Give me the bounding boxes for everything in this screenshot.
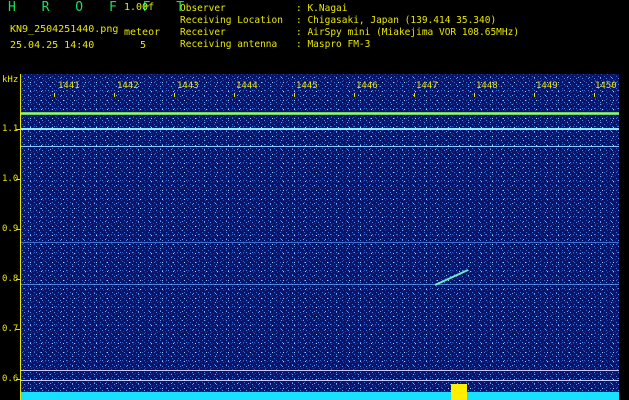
power-burst [451,384,467,400]
x-tick [114,93,115,97]
info-observer: Observer: K.Nagai [180,3,348,14]
x-tick [474,93,475,97]
carrier-line [21,128,619,130]
x-tick [174,93,175,97]
meteor-label: meteor [124,27,161,38]
y-tick [16,129,21,130]
carrier-line [21,146,619,147]
x-tick-label: 1446 [356,81,378,91]
y-tick [16,329,21,330]
version-label: 1.00f [124,2,155,13]
spectrogram [21,74,619,400]
x-tick-label: 1443 [177,81,199,91]
file-name: KN9_2504251440.png [10,24,119,35]
meteor-count: 5 [140,40,147,51]
y-axis [20,74,21,400]
header: H R O F F T 1.00f KN9_2504251440.png 25.… [0,0,629,74]
y-axis-unit: kHz [2,75,19,85]
x-tick [234,93,235,97]
x-tick [294,93,295,97]
x-tick [54,93,55,97]
y-tick [16,229,21,230]
x-tick-label: 1442 [117,81,139,91]
app-title: H R O F F T [8,0,194,15]
x-tick [354,93,355,97]
power-trace [21,392,619,400]
x-tick-label: 1447 [416,81,438,91]
x-tick-label: 1441 [58,81,80,91]
x-tick-label: 1450 [595,81,617,91]
info-location: Receiving Location: Chigasaki, Japan (13… [180,15,497,26]
x-tick-label: 1444 [236,81,258,91]
info-antenna: Receiving antenna: Maspro FM-3 [180,39,371,50]
x-tick [414,93,415,97]
x-tick [534,93,535,97]
x-tick-label: 1445 [296,81,318,91]
x-tick-label: 1448 [476,81,498,91]
y-tick [16,379,21,380]
info-receiver: Receiver: AirSpy mini (Miakejima VOR 108… [180,27,520,38]
spectrogram-canvas [21,74,619,400]
y-tick [16,279,21,280]
date-time: 25.04.25 14:40 [10,40,95,51]
x-tick-label: 1449 [536,81,558,91]
x-tick [594,93,595,97]
y-tick [16,179,21,180]
